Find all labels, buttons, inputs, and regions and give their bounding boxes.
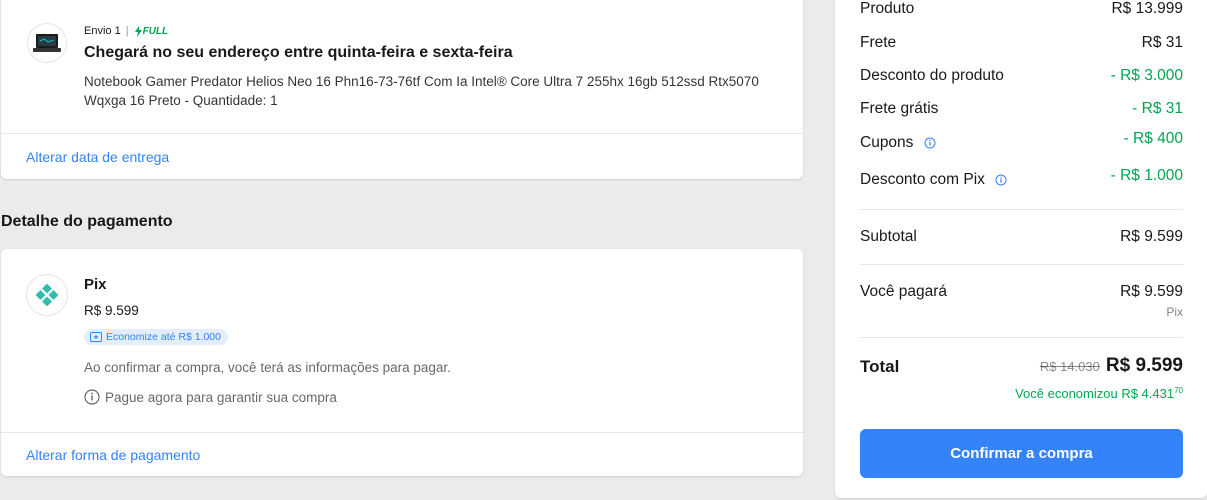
- divider: [860, 209, 1183, 210]
- savings-cents: 70: [1174, 386, 1183, 395]
- savings-badge-label: Economize até R$ 1.000: [106, 331, 221, 343]
- payment-amount: R$ 9.599: [84, 303, 139, 318]
- total-values: R$ 14.030 R$ 9.599: [1040, 355, 1183, 377]
- summary-row-coupons: Cupons - R$ 400: [860, 130, 1183, 152]
- summary-value: - R$ 1.000: [1110, 167, 1183, 184]
- total-original-price: R$ 14.030: [1039, 359, 1100, 374]
- product-thumbnail: [27, 23, 67, 63]
- pix-icon: [36, 284, 58, 306]
- summary-row-shipping: Frete R$ 31: [860, 34, 1183, 52]
- subtotal-label: Subtotal: [860, 228, 917, 245]
- summary-row-you-pay: Você pagará R$ 9.599: [860, 283, 1183, 301]
- summary-row-pix-discount: Desconto com Pix - R$ 1.000: [860, 167, 1183, 189]
- shipment-card: Envio 1 | FULL Chegará no seu endereço e…: [1, 0, 803, 179]
- info-icon[interactable]: [924, 137, 936, 149]
- savings-amount: Você economizou R$ 4.431: [1015, 386, 1175, 401]
- payment-note-label: Pague agora para garantir sua compra: [105, 389, 337, 405]
- confirm-purchase-button[interactable]: Confirmar a compra: [860, 429, 1183, 478]
- payment-card: Pix R$ 9.599 Economize até R$ 1.000 Ao c…: [1, 249, 803, 476]
- change-delivery-date-link[interactable]: Alterar data de entrega: [26, 149, 169, 165]
- summary-value: R$ 31: [1141, 34, 1183, 51]
- envio-label: Envio 1: [84, 25, 121, 37]
- summary-row-subtotal: Subtotal R$ 9.599: [860, 228, 1183, 246]
- full-label: FULL: [142, 25, 169, 37]
- summary-label: Desconto do produto: [860, 67, 1004, 84]
- summary-label: Produto: [860, 0, 915, 17]
- summary-label: Cupons: [860, 134, 914, 151]
- change-payment-method-link[interactable]: Alterar forma de pagamento: [26, 447, 200, 463]
- info-icon[interactable]: [995, 174, 1007, 186]
- divider: [1, 432, 803, 433]
- divider: [860, 337, 1183, 338]
- payment-method-name: Pix: [84, 276, 107, 293]
- summary-label: Frete grátis: [860, 100, 939, 117]
- product-description: Notebook Gamer Predator Helios Neo 16 Ph…: [84, 74, 759, 108]
- divider: [1, 133, 803, 134]
- summary-value: - R$ 3.000: [1110, 67, 1183, 84]
- payment-section-title: Detalhe do pagamento: [1, 213, 173, 230]
- savings-text: Você economizou R$ 4.43170: [1015, 386, 1183, 401]
- summary-row-product-discount: Desconto do produto - R$ 3.000: [860, 67, 1183, 85]
- order-summary-panel: Produto R$ 13.999 Frete R$ 31 Desconto d…: [835, 0, 1207, 498]
- summary-value: - R$ 400: [1123, 130, 1183, 147]
- total-price: R$ 9.599: [1105, 355, 1183, 376]
- summary-label: Desconto com Pix: [860, 171, 985, 188]
- summary-value: - R$ 31: [1132, 100, 1183, 117]
- savings-badge: Economize até R$ 1.000: [84, 329, 228, 345]
- summary-label-wrap: Cupons: [860, 134, 936, 152]
- full-badge: FULL: [134, 25, 169, 37]
- total-label: Total: [860, 357, 900, 376]
- summary-row-free-shipping: Frete grátis - R$ 31: [860, 100, 1183, 118]
- summary-value: R$ 13.999: [1111, 0, 1183, 17]
- laptop-icon: [33, 34, 61, 52]
- coupon-icon: [90, 332, 102, 342]
- divider: [860, 264, 1183, 265]
- summary-row-product: Produto R$ 13.999: [860, 0, 1183, 18]
- delivery-estimate: Chegará no seu endereço entre quinta-fei…: [84, 44, 513, 61]
- summary-label-wrap: Desconto com Pix: [860, 171, 1007, 189]
- shipment-label-row: Envio 1 | FULL: [84, 25, 168, 37]
- you-pay-label: Você pagará: [860, 283, 948, 300]
- you-pay-method: Pix: [1166, 305, 1183, 319]
- you-pay-value: R$ 9.599: [1120, 283, 1183, 300]
- payment-note: Pague agora para garantir sua compra: [84, 389, 337, 405]
- separator: |: [125, 25, 129, 37]
- lightning-icon: [134, 25, 142, 37]
- payment-info-text: Ao confirmar a compra, você terá as info…: [84, 360, 451, 375]
- subtotal-value: R$ 9.599: [1120, 228, 1183, 245]
- pix-logo: [26, 274, 68, 316]
- summary-label: Frete: [860, 34, 897, 51]
- info-circle-icon: [84, 389, 100, 405]
